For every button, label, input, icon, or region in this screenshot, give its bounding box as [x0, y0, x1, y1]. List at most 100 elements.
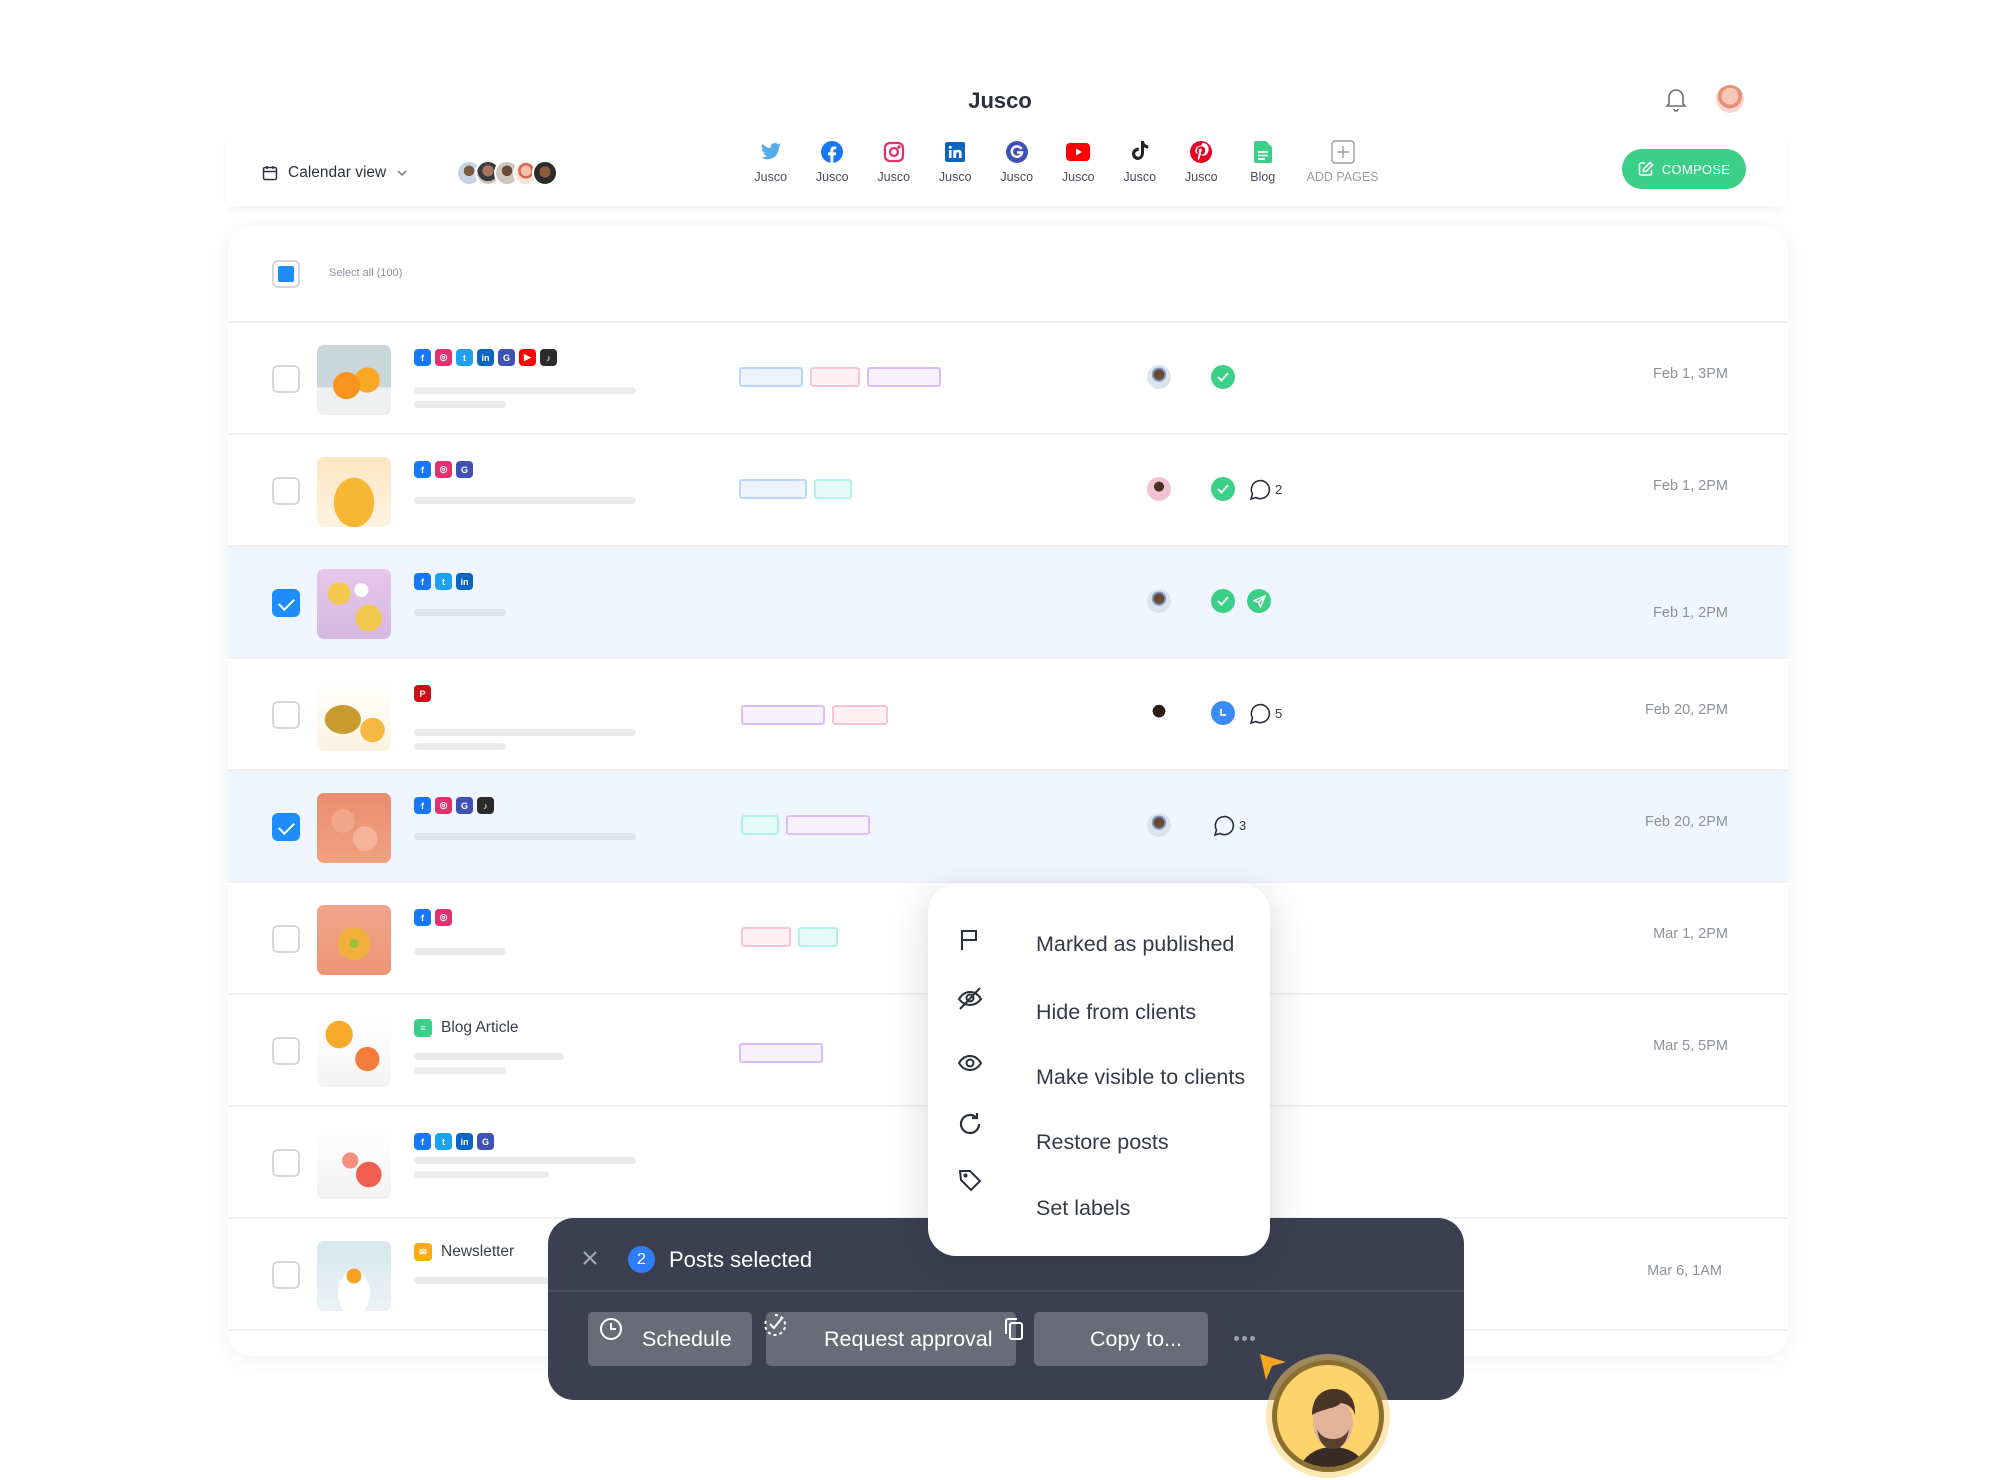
linkedin-icon: in: [456, 1133, 473, 1150]
channel-tiktok[interactable]: Jusco: [1109, 140, 1171, 184]
comment-count: 3: [1239, 817, 1247, 833]
close-icon[interactable]: [578, 1246, 602, 1270]
selection-title: Posts selected: [669, 1247, 813, 1272]
assignee-avatar[interactable]: [1147, 589, 1171, 613]
post-thumbnail[interactable]: [317, 1241, 391, 1311]
user-avatar[interactable]: [1716, 85, 1744, 113]
comment-icon: [1213, 815, 1235, 837]
team-avatars[interactable]: [456, 160, 558, 186]
label-tag-pink[interactable]: [810, 367, 860, 387]
channel-google[interactable]: Jusco: [986, 140, 1048, 184]
facebook-icon: [821, 141, 844, 163]
channel-pinterest[interactable]: Jusco: [1171, 140, 1233, 184]
eye-icon: [957, 1054, 983, 1072]
text-placeholder: [414, 833, 636, 840]
comments-indicator[interactable]: 3: [1211, 813, 1246, 837]
assignee-avatar[interactable]: [1147, 365, 1171, 389]
row-checkbox[interactable]: [272, 1149, 300, 1177]
assignee-avatar[interactable]: [1147, 813, 1171, 837]
row-checkbox[interactable]: [272, 1261, 300, 1289]
channel-label: Jusco: [754, 170, 788, 184]
network-icons: P: [414, 685, 431, 702]
add-pages-label: ADD PAGES: [1306, 170, 1379, 184]
channel-facebook[interactable]: Jusco: [802, 140, 864, 184]
post-thumbnail[interactable]: [317, 905, 391, 975]
copy-icon: [1005, 1318, 1023, 1340]
post-thumbnail[interactable]: [317, 457, 391, 527]
assignee-avatar[interactable]: [1147, 701, 1171, 725]
text-placeholder: [414, 1053, 564, 1060]
toolbar: Calendar view Jusco Jusco Jusco Jusco Ju…: [226, 128, 1786, 206]
tiktok-icon: ♪: [540, 349, 557, 366]
bell-icon[interactable]: [1664, 86, 1688, 112]
copy-to-button[interactable]: Copy to...: [1034, 1312, 1208, 1366]
request-approval-button[interactable]: Request approval: [764, 1312, 1023, 1366]
post-status: 5: [1211, 701, 1282, 725]
row-checkbox[interactable]: [272, 365, 300, 393]
google-icon: [1005, 141, 1028, 163]
label-tag-blue[interactable]: [739, 479, 807, 499]
select-all-checkbox[interactable]: [272, 260, 300, 288]
post-row[interactable]: f ◎ G ♪ 3 Feb 20, 2PM: [228, 771, 1788, 883]
schedule-button[interactable]: Schedule: [588, 1312, 752, 1366]
post-thumbnail[interactable]: [317, 793, 391, 863]
post-row[interactable]: f ◎ t in G ▶ ♪ Feb 1, 3PM: [228, 323, 1788, 435]
post-row[interactable]: f t in Feb 1, 2PM: [228, 547, 1788, 659]
comments-indicator[interactable]: 5: [1247, 701, 1282, 725]
channel-blog[interactable]: Blog: [1232, 140, 1294, 184]
post-row[interactable]: f ◎ G 2 Feb 1, 2PM: [228, 435, 1788, 547]
label-tag-cyan[interactable]: [798, 927, 838, 947]
channel-linkedin[interactable]: Jusco: [925, 140, 987, 184]
label-tag-cyan[interactable]: [814, 479, 852, 499]
post-date: Feb 20, 2PM: [1644, 814, 1728, 830]
row-checkbox[interactable]: [272, 477, 300, 505]
network-icons: f ◎ G: [414, 461, 473, 478]
row-checkbox[interactable]: [272, 701, 300, 729]
post-row[interactable]: P 5 Feb 20, 2PM: [228, 659, 1788, 771]
post-thumbnail[interactable]: [317, 569, 391, 639]
post-labels: [739, 367, 941, 387]
post-date: Mar 1, 2PM: [1653, 926, 1728, 942]
channel-label: Jusco: [938, 170, 972, 184]
divider: [548, 1290, 1464, 1292]
label-tag-pink[interactable]: [741, 927, 791, 947]
clock-icon: [600, 1318, 622, 1340]
label-tag-purple[interactable]: [739, 1043, 823, 1063]
collaborator-avatar: [1272, 1360, 1384, 1472]
twitter-icon: t: [435, 573, 452, 590]
post-thumbnail[interactable]: [317, 345, 391, 415]
row-checkbox[interactable]: [272, 925, 300, 953]
channel-label: Jusco: [1184, 170, 1218, 184]
comments-indicator[interactable]: 2: [1247, 477, 1282, 501]
instagram-icon: ◎: [435, 349, 452, 366]
post-status: 3: [1211, 813, 1246, 837]
add-pages-button[interactable]: ADD PAGES: [1298, 140, 1388, 184]
post-thumbnail[interactable]: [317, 1017, 391, 1087]
row-checkbox[interactable]: [272, 589, 300, 617]
text-placeholder: [414, 609, 506, 616]
post-thumbnail[interactable]: [317, 681, 391, 751]
row-checkbox[interactable]: [272, 1037, 300, 1065]
label-tag-purple[interactable]: [786, 815, 870, 835]
post-labels: [741, 815, 870, 835]
view-selector[interactable]: Calendar view: [262, 164, 408, 182]
assignee-avatar[interactable]: [1147, 477, 1171, 501]
compose-button[interactable]: COMPOSE: [1622, 149, 1746, 189]
pointer-cursor-icon: [1260, 1354, 1286, 1380]
channel-twitter[interactable]: Jusco: [740, 140, 802, 184]
pinterest-icon: [1190, 141, 1213, 163]
label-tag-pink[interactable]: [832, 705, 888, 725]
channel-youtube[interactable]: Jusco: [1048, 140, 1110, 184]
channel-label: Jusco: [1000, 170, 1034, 184]
more-horizontal-icon[interactable]: [1234, 1336, 1255, 1341]
label-tag-purple[interactable]: [867, 367, 941, 387]
post-thumbnail[interactable]: [317, 1129, 391, 1199]
instagram-icon: ◎: [435, 461, 452, 478]
row-checkbox[interactable]: [272, 813, 300, 841]
label-tag-cyan[interactable]: [741, 815, 779, 835]
label-tag-purple[interactable]: [741, 705, 825, 725]
label-tag-blue[interactable]: [739, 367, 803, 387]
channel-instagram[interactable]: Jusco: [863, 140, 925, 184]
post-labels: [741, 705, 888, 725]
channel-list: Jusco Jusco Jusco Jusco Jusco Jusco Jusc…: [740, 140, 1388, 184]
